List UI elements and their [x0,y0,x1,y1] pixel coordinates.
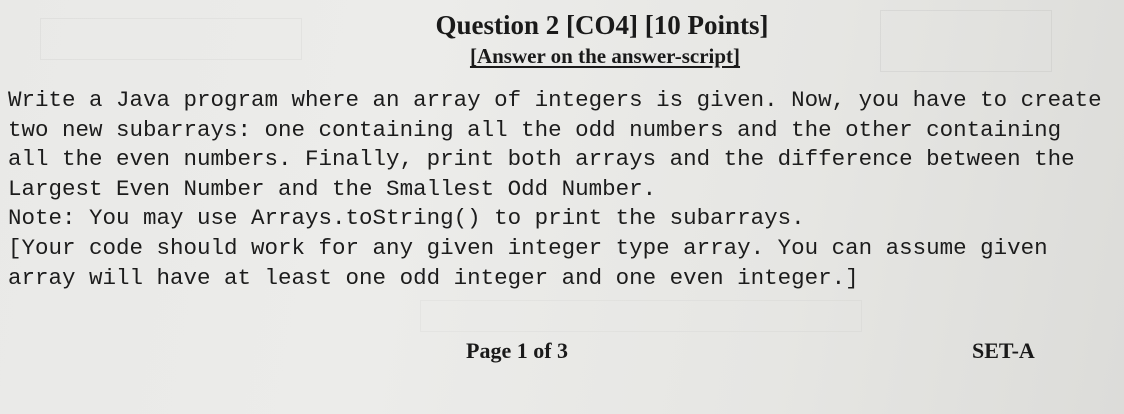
question-line: Write a Java program where an array of i… [8,87,1102,113]
question-body: Write a Java program where an array of i… [8,86,1116,293]
constraint-line: [Your code should work for any given int… [8,234,1048,261]
answer-instruction: [Answer on the answer-script] [0,44,1124,69]
question-line: two new subarrays: one containing all th… [8,116,1062,143]
show-through-box [420,300,862,332]
question-title: Question 2 [CO4] [10 Points] [435,10,769,40]
set-label: SET-A [972,338,1035,363]
page-number: Page 1 of 3 [466,338,569,363]
constraint-line: array will have at least one odd integer… [8,264,859,291]
note-line: Note: You may use Arrays.toString() to p… [8,205,805,232]
question-line: all the even numbers. Finally, print bot… [8,146,1075,173]
exam-page: { "header": { "title": "Question 2 [CO4]… [0,0,1124,414]
answer-instruction-text: [Answer on the answer-script] [469,44,741,68]
question-line: Largest Even Number and the Smallest Odd… [8,175,657,202]
